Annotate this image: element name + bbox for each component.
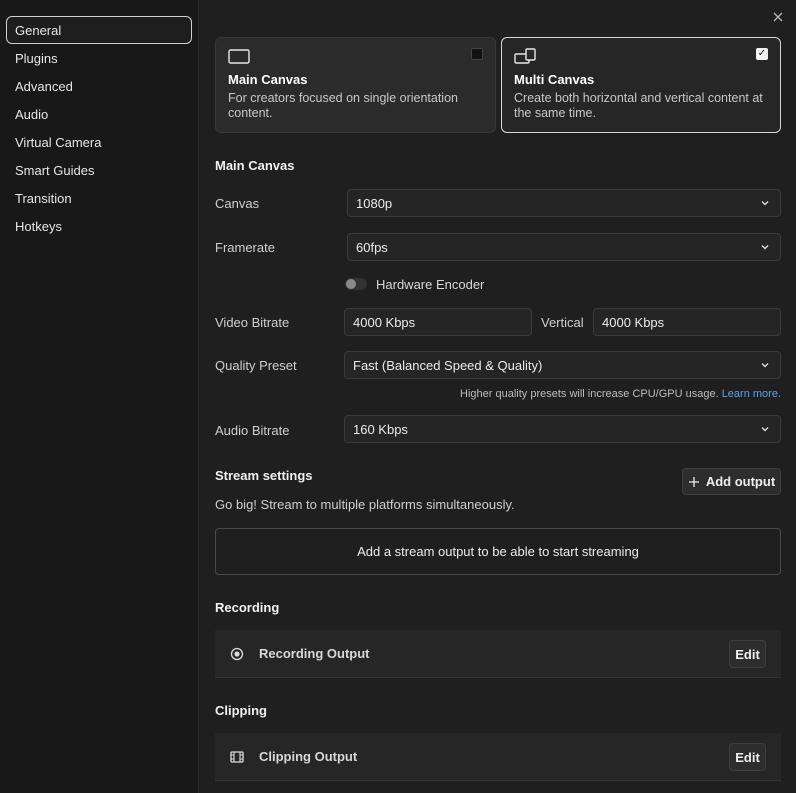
- quality-preset-label: Quality Preset: [215, 358, 297, 373]
- settings-sidebar: General Plugins Advanced Audio Virtual C…: [0, 0, 199, 793]
- framerate-select[interactable]: 60fps: [347, 233, 781, 261]
- sidebar-item-transition[interactable]: Transition: [6, 184, 192, 212]
- learn-more-link[interactable]: Learn more.: [722, 388, 781, 400]
- add-output-label: Add output: [705, 474, 776, 489]
- quality-preset-select[interactable]: Fast (Balanced Speed & Quality): [344, 351, 781, 379]
- main-canvas-checkbox[interactable]: [471, 48, 483, 60]
- video-bitrate-input[interactable]: 4000 Kbps: [344, 308, 532, 336]
- main-canvas-title: Main Canvas: [228, 72, 308, 87]
- recording-edit-label: Edit: [735, 646, 760, 662]
- add-output-button[interactable]: Add output: [682, 468, 781, 495]
- recording-heading: Recording: [215, 600, 280, 615]
- multi-screen-icon: [514, 48, 536, 66]
- multi-canvas-title: Multi Canvas: [514, 72, 595, 87]
- clipping-output-label: Clipping Output: [259, 749, 358, 764]
- quality-hint: Higher quality presets will increase CPU…: [460, 388, 781, 400]
- vertical-bitrate-value: 4000 Kbps: [602, 314, 665, 330]
- recording-output-label: Recording Output: [259, 646, 370, 661]
- vertical-label: Vertical: [541, 315, 584, 330]
- quality-hint-text: Higher quality presets will increase CPU…: [460, 388, 719, 400]
- framerate-select-value: 60fps: [356, 239, 388, 255]
- vertical-bitrate-input[interactable]: 4000 Kbps: [593, 308, 781, 336]
- video-bitrate-label: Video Bitrate: [215, 315, 290, 330]
- record-icon: [229, 646, 245, 662]
- sidebar-item-advanced[interactable]: Advanced: [6, 72, 192, 100]
- chevron-down-icon: [761, 201, 769, 206]
- plus-icon: [688, 476, 699, 487]
- recording-output-row: Recording Output Edit: [215, 630, 781, 678]
- close-icon[interactable]: [770, 10, 786, 26]
- multi-canvas-checkbox[interactable]: ✓: [756, 48, 768, 60]
- canvas-select[interactable]: 1080p: [347, 189, 781, 217]
- sidebar-item-general[interactable]: General: [6, 16, 192, 44]
- main-canvas-description: For creators focused on single orientati…: [228, 91, 458, 120]
- stream-settings-heading: Stream settings: [215, 468, 313, 483]
- audio-bitrate-label: Audio Bitrate: [215, 423, 290, 438]
- sidebar-item-virtual-camera[interactable]: Virtual Camera: [6, 128, 192, 156]
- recording-edit-button[interactable]: Edit: [729, 640, 766, 668]
- main-canvas-card[interactable]: Main Canvas For creators focused on sing…: [215, 37, 496, 133]
- sidebar-item-hotkeys[interactable]: Hotkeys: [6, 212, 192, 240]
- film-icon: [229, 749, 245, 765]
- audio-bitrate-value: 160 Kbps: [353, 421, 408, 437]
- main-canvas-heading: Main Canvas: [215, 158, 295, 173]
- quality-preset-value: Fast (Balanced Speed & Quality): [353, 357, 543, 373]
- multi-canvas-description: Create both horizontal and vertical cont…: [514, 91, 763, 120]
- multi-canvas-card[interactable]: Multi Canvas Create both horizontal and …: [501, 37, 781, 133]
- chevron-down-icon: [761, 363, 769, 368]
- clipping-heading: Clipping: [215, 703, 267, 718]
- chevron-down-icon: [761, 427, 769, 432]
- sidebar-item-plugins[interactable]: Plugins: [6, 44, 192, 72]
- settings-panel: Main Canvas For creators focused on sing…: [200, 0, 796, 793]
- clipping-edit-label: Edit: [735, 749, 760, 765]
- framerate-label: Framerate: [215, 240, 275, 255]
- chevron-down-icon: [761, 245, 769, 250]
- hardware-encoder-label: Hardware Encoder: [376, 277, 485, 292]
- stream-subtitle: Go big! Stream to multiple platforms sim…: [215, 497, 515, 512]
- canvas-label: Canvas: [215, 196, 260, 211]
- clipping-edit-button[interactable]: Edit: [729, 743, 766, 771]
- sidebar-item-audio[interactable]: Audio: [6, 100, 192, 128]
- video-bitrate-value: 4000 Kbps: [353, 314, 416, 330]
- stream-empty-state: Add a stream output to be able to start …: [215, 528, 781, 575]
- clipping-output-row: Clipping Output Edit: [215, 733, 781, 781]
- stream-empty-message: Add a stream output to be able to start …: [357, 544, 639, 559]
- canvas-select-value: 1080p: [356, 195, 393, 211]
- audio-bitrate-select[interactable]: 160 Kbps: [344, 415, 781, 443]
- single-screen-icon: [228, 48, 250, 66]
- hardware-encoder-toggle[interactable]: [345, 278, 367, 290]
- sidebar-item-smart-guides[interactable]: Smart Guides: [6, 156, 192, 184]
